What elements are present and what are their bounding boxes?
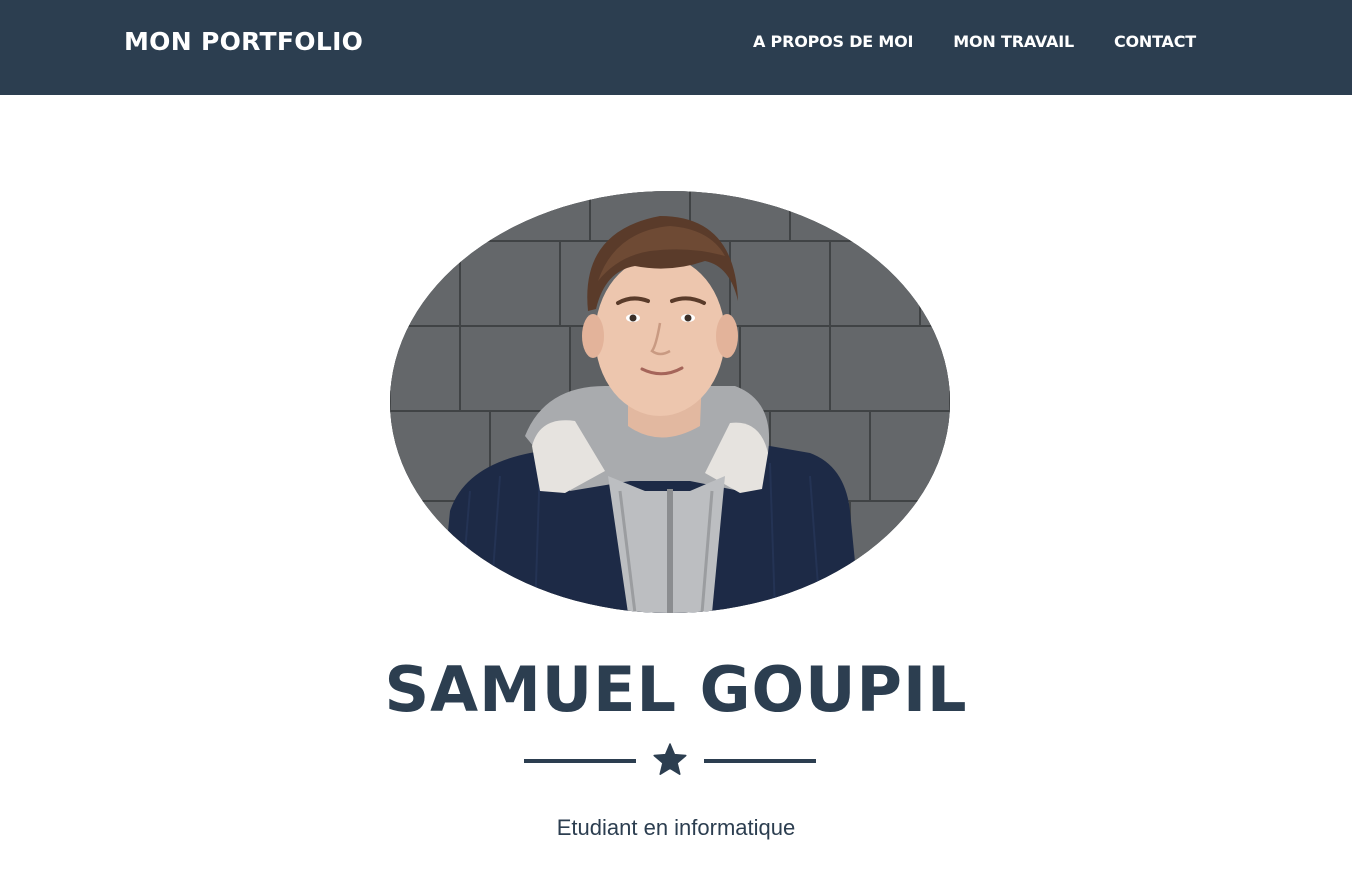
hero-divider [524, 742, 816, 778]
nav-link-contact[interactable]: CONTACT [1114, 32, 1196, 51]
profile-photo [390, 191, 950, 613]
nav-link-work[interactable]: MON TRAVAIL [953, 32, 1074, 51]
nav-link-about[interactable]: A PROPOS DE MOI [753, 32, 913, 51]
hero-name: SAMUEL GOUPIL [384, 653, 968, 726]
brand-logo-link[interactable]: MON PORTFOLIO [124, 27, 363, 56]
hero-subtitle: Etudiant en informatique [556, 815, 796, 840]
divider-line-left [524, 759, 636, 763]
nav-links: A PROPOS DE MOI MON TRAVAIL CONTACT [753, 32, 1196, 51]
divider-line-right [704, 759, 816, 763]
star-icon [652, 742, 688, 778]
navbar: MON PORTFOLIO A PROPOS DE MOI MON TRAVAI… [0, 0, 1352, 95]
